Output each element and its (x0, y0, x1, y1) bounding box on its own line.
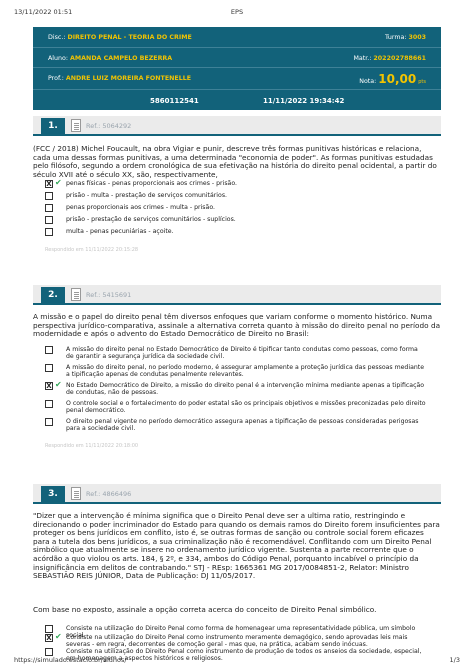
checkbox[interactable] (45, 228, 53, 236)
nota-unit: pts (418, 79, 426, 85)
disc-label: Disc.: (48, 34, 66, 41)
option-text: No Estado Democrático de Direito, a miss… (66, 382, 425, 397)
question-2-text: A missão e o papel do direito penal têm … (33, 312, 441, 339)
option-text: A missão do direito penal no Estado Demo… (66, 346, 418, 361)
option-text: O controle social e o fortalecimento do … (66, 400, 426, 415)
checkbox[interactable] (45, 648, 53, 656)
checkbox[interactable] (45, 364, 53, 372)
print-title: EPS (230, 8, 244, 16)
checkbox[interactable] (45, 216, 53, 224)
aluno-value: AMANDA CAMPELO BEZERRA (70, 55, 173, 62)
option-text: O direito penal vigente no período democ… (66, 418, 419, 433)
print-page-number: 1/3 (449, 656, 460, 664)
turma-label: Turma: (384, 34, 407, 41)
exam-datetime: 11/11/2022 19:34:42 (263, 97, 345, 105)
nota-value: 10,00 (378, 72, 417, 86)
document-icon[interactable] (71, 119, 81, 132)
matr-value: 202202788661 (373, 55, 426, 62)
correct-check-icon: ✔ (55, 380, 62, 389)
checkbox[interactable] (45, 400, 53, 408)
exam-info-panel: Disc.: DIREITO PENAL - TEORIA DO CRIME T… (33, 27, 441, 110)
print-header: 13/11/2022 01:51 EPS (0, 0, 474, 22)
question-2-header: 2. Ref.: 5415691 (33, 285, 441, 305)
option-text: penas físicas - penas proporcionais aos … (66, 180, 237, 187)
turma-value: 3003 (408, 34, 426, 41)
checkbox[interactable]: X (45, 382, 53, 390)
document-icon[interactable] (71, 487, 81, 500)
checkbox[interactable] (45, 625, 53, 633)
document-icon[interactable] (71, 288, 81, 301)
answered-timestamp: Respondido em 11/11/2022 20:18:00 (45, 443, 139, 449)
nota-label: Nota: (359, 78, 377, 85)
exam-code: 5860112541 (150, 97, 199, 105)
option-text: prisão - multa - prestação de serviços c… (66, 192, 228, 199)
question-number: 1. (41, 118, 65, 134)
print-url: https://simulado.estacio.br/alunos/ (14, 656, 127, 664)
question-ref[interactable]: Ref.: 5064292 (86, 122, 131, 130)
checkbox[interactable] (45, 418, 53, 426)
option-text: prisão - prestação de serviços comunitár… (66, 216, 236, 223)
matr-label: Matr.: (353, 55, 372, 62)
correct-check-icon: ✔ (55, 178, 62, 187)
question-number: 2. (41, 287, 65, 303)
prof-value: ANDRE LUIZ MOREIRA FONTENELLE (65, 75, 192, 82)
question-number: 3. (41, 486, 65, 502)
question-3-text: "Dizer que a intervenção é mínima signif… (33, 511, 440, 581)
checkbox[interactable]: X (45, 180, 53, 188)
question-1-text: (FCC / 2018) Michel Foucault, na obra Vi… (33, 144, 437, 179)
checkbox[interactable]: X (45, 634, 53, 642)
option-text: multa - penas pecuniárias - açoite. (66, 228, 174, 235)
question-3-prompt: Com base no exposto, assinale a opção co… (33, 605, 377, 614)
checkbox[interactable] (45, 204, 53, 212)
prof-label: Prof.: (48, 75, 64, 82)
question-ref[interactable]: Ref.: 4866496 (86, 490, 131, 498)
disc-value: DIREITO PENAL - TEORIA DO CRIME (67, 34, 192, 41)
correct-check-icon: ✔ (55, 632, 62, 641)
checkbox[interactable] (45, 346, 53, 354)
option-text: A missão do direito penal, no período mo… (66, 364, 425, 379)
option-text: penas proporcionais aos crimes - multa -… (66, 204, 215, 211)
answered-timestamp: Respondido em 11/11/2022 20:15:28 (45, 247, 139, 253)
option-text: Consiste na utilização do Direito Penal … (66, 634, 408, 649)
aluno-label: Aluno: (48, 55, 69, 62)
question-1-header: 1. Ref.: 5064292 (33, 116, 441, 136)
question-ref[interactable]: Ref.: 5415691 (86, 291, 131, 299)
question-3-header: 3. Ref.: 4866496 (33, 484, 441, 504)
checkbox[interactable] (45, 192, 53, 200)
